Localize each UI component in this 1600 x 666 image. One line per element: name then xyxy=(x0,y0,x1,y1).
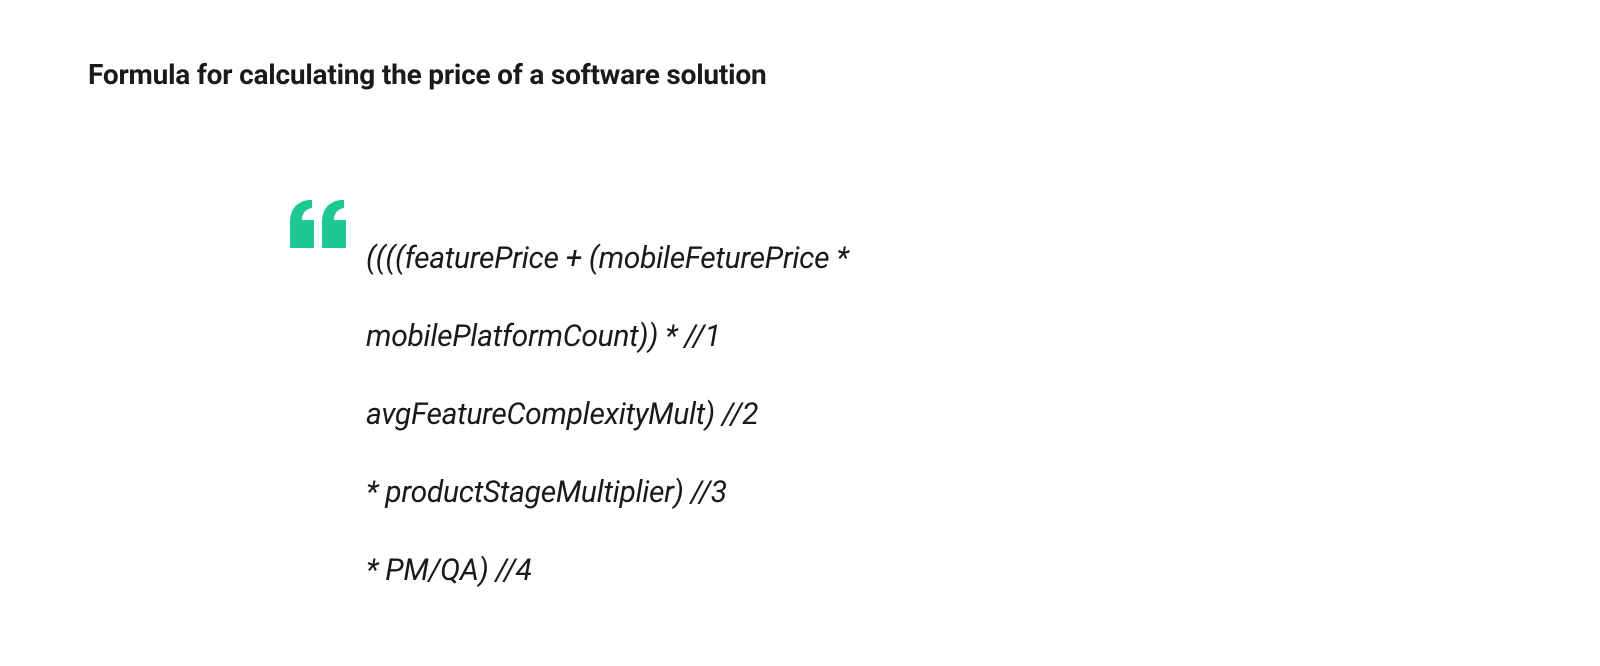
quote-icon xyxy=(290,200,348,252)
section-heading: Formula for calculating the price of a s… xyxy=(88,58,766,91)
quote-text: ((((featurePrice + (mobileFeturePrice * … xyxy=(366,200,849,590)
quote-line-5: * PM/QA) //4 xyxy=(366,553,532,588)
blockquote: ((((featurePrice + (mobileFeturePrice * … xyxy=(290,200,849,590)
quote-line-4: * productStageMultiplier) //3 xyxy=(366,475,727,510)
quote-line-1: ((((featurePrice + (mobileFeturePrice * xyxy=(366,241,849,276)
quote-line-2: mobilePlatformCount)) * //1 xyxy=(366,319,721,354)
quote-line-3: avgFeatureComplexityMult) //2 xyxy=(366,397,758,432)
